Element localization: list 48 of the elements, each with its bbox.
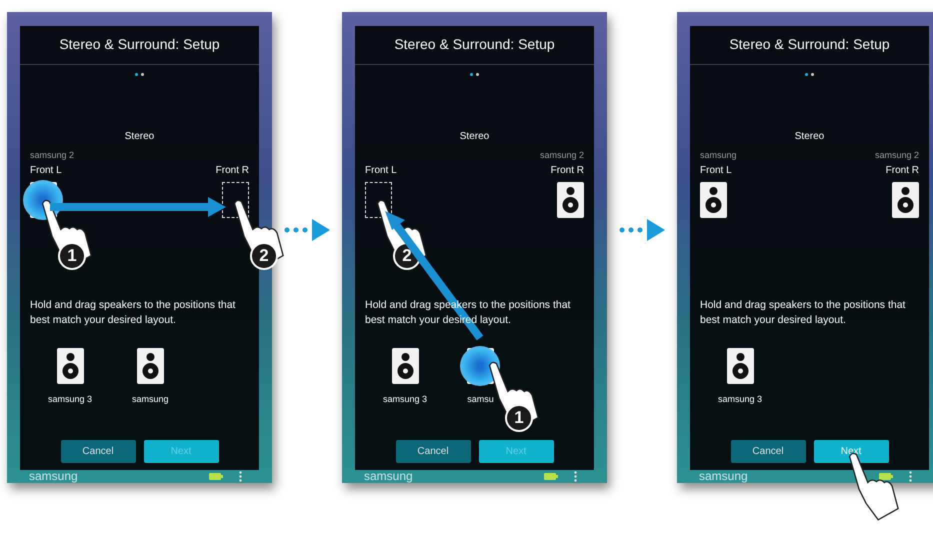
speaker-name: samsung 3 bbox=[383, 394, 428, 404]
speaker-icon[interactable] bbox=[392, 348, 419, 384]
mode-label: Stereo bbox=[458, 131, 490, 142]
device-name: samsung 2 bbox=[540, 150, 584, 162]
speaker-name: samsung 3 bbox=[48, 394, 92, 404]
step-badge: 1 bbox=[505, 404, 534, 432]
next-step-arrow bbox=[283, 218, 331, 242]
speaker-icon[interactable] bbox=[136, 348, 164, 384]
more-icon[interactable] bbox=[909, 471, 912, 482]
speaker-name: samsung bbox=[132, 394, 169, 404]
dialog-title: Stereo & Surround: Setup bbox=[20, 26, 259, 65]
speaker-icon[interactable] bbox=[892, 182, 919, 218]
position-label: Front L bbox=[700, 165, 732, 176]
instruction-text: Hold and drag speakers to the positions that best match your desired layout. bbox=[30, 298, 236, 328]
position-label: Front L bbox=[30, 165, 62, 176]
speaker-name: samsung 3 bbox=[718, 394, 762, 404]
next-step-arrow bbox=[618, 218, 666, 242]
more-icon[interactable] bbox=[239, 471, 242, 482]
mode-label: Stereo bbox=[794, 131, 826, 142]
speaker-icon[interactable] bbox=[56, 348, 84, 384]
position-label: Front R bbox=[886, 165, 919, 176]
footer-label: samsung bbox=[699, 470, 749, 483]
dialog-title: Stereo & Surround: Setup bbox=[690, 26, 929, 65]
battery-icon bbox=[544, 473, 558, 480]
device-name: samsung 2 bbox=[30, 150, 74, 162]
step-badge: 1 bbox=[58, 242, 86, 270]
cancel-button[interactable]: Cancel bbox=[730, 440, 806, 463]
step-badge: 2 bbox=[250, 242, 278, 270]
mode-label: Stereo bbox=[124, 131, 156, 142]
footer-label: samsung bbox=[364, 470, 414, 483]
device-name: samsung 2 bbox=[874, 150, 919, 162]
more-icon[interactable] bbox=[574, 471, 577, 482]
dialog-title: Stereo & Surround: Setup bbox=[355, 26, 594, 65]
position-label: Front R bbox=[550, 165, 584, 176]
footer-label: samsung bbox=[29, 470, 79, 483]
battery-icon bbox=[879, 473, 893, 480]
instruction-text: Hold and drag speakers to the positions that best match your desired layout. bbox=[700, 298, 906, 328]
cancel-button[interactable]: Cancel bbox=[396, 440, 470, 463]
position-label: Front L bbox=[365, 165, 397, 176]
battery-icon bbox=[209, 473, 223, 480]
speaker-icon[interactable] bbox=[700, 182, 727, 218]
device-name: samsung bbox=[700, 150, 737, 162]
position-label: Front R bbox=[216, 165, 249, 176]
speaker-name: samsu bbox=[467, 394, 494, 404]
speaker-icon[interactable] bbox=[557, 182, 584, 218]
next-button[interactable]: Next bbox=[814, 440, 888, 463]
speaker-icon[interactable] bbox=[726, 348, 754, 384]
cancel-button[interactable]: Cancel bbox=[60, 440, 136, 463]
